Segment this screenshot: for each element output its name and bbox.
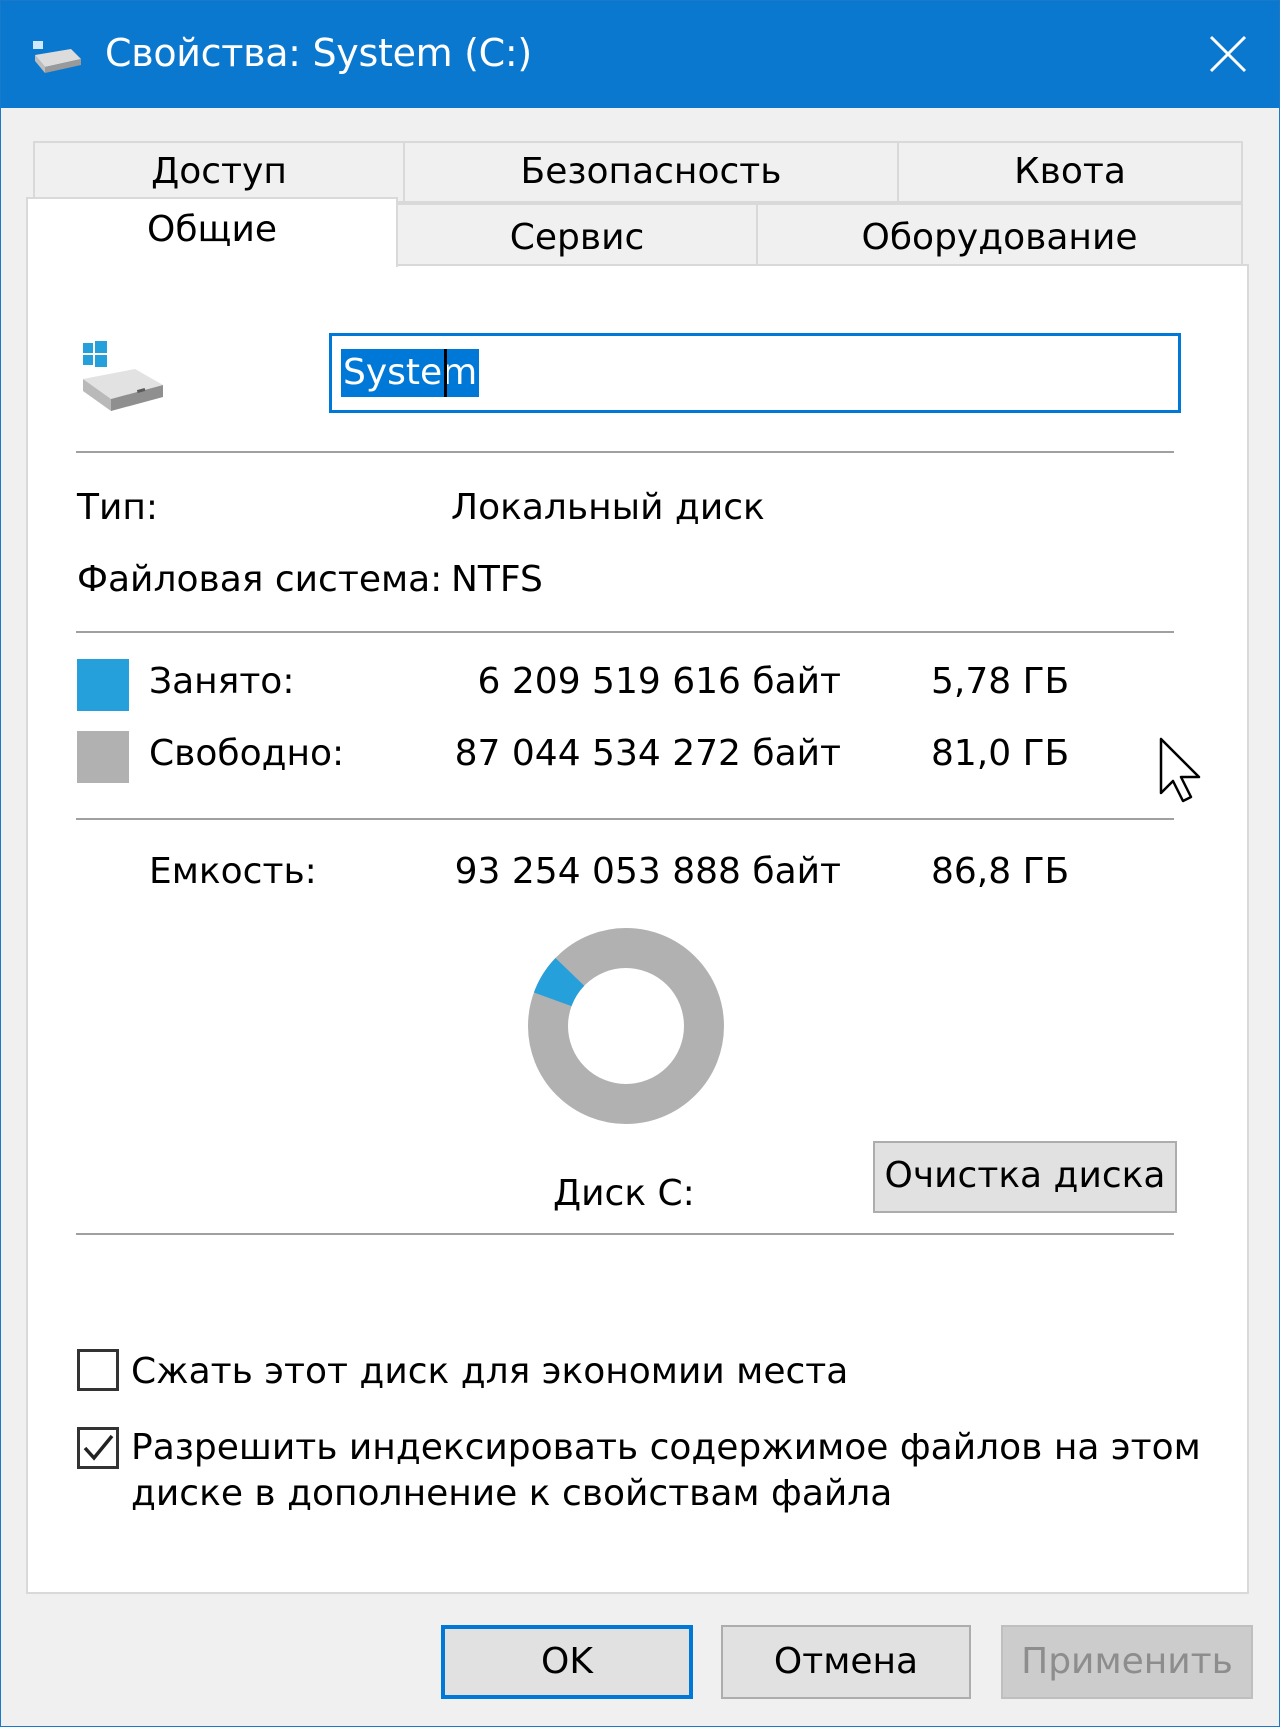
disk-usage-donut — [528, 928, 724, 1124]
compress-label[interactable]: Сжать этот диск для экономии места — [131, 1351, 848, 1392]
filesystem-value: NTFS — [451, 559, 543, 600]
mouse-cursor-icon — [1159, 737, 1201, 803]
windows-drive-icon — [83, 341, 163, 411]
free-space-swatch — [77, 731, 129, 783]
text-caret — [444, 349, 447, 397]
divider — [76, 818, 1174, 820]
index-checkbox[interactable] — [77, 1427, 119, 1469]
properties-window: Свойства: System (C:) Доступ Безопасност… — [0, 0, 1280, 1727]
used-size: 5,78 ГБ — [931, 661, 1070, 702]
used-bytes: 6 209 519 616 байт — [477, 661, 841, 702]
free-bytes: 87 044 534 272 байт — [454, 733, 841, 774]
index-label-line1[interactable]: Разрешить индексировать содержимое файло… — [131, 1427, 1201, 1468]
free-size: 81,0 ГБ — [931, 733, 1070, 774]
cancel-button[interactable]: Отмена — [721, 1625, 971, 1699]
type-value: Локальный диск — [451, 487, 765, 528]
used-space-arc — [533, 957, 585, 1007]
disk-cleanup-button[interactable]: Очистка диска — [873, 1141, 1177, 1213]
used-space-swatch — [77, 659, 129, 711]
divider — [76, 631, 1174, 633]
divider — [76, 451, 1174, 453]
capacity-label: Емкость: — [149, 851, 317, 892]
button-label: Отмена — [773, 1641, 919, 1682]
used-label: Занято: — [149, 661, 295, 702]
free-space-ring — [528, 928, 724, 1124]
capacity-bytes: 93 254 053 888 байт — [454, 851, 841, 892]
drive-label: Диск C: — [553, 1173, 695, 1214]
button-label: Очистка диска — [884, 1155, 1166, 1196]
button-label: Применить — [1021, 1641, 1233, 1682]
button-label: OK — [541, 1641, 593, 1682]
divider — [76, 1233, 1174, 1235]
volume-name-text: System — [341, 349, 480, 397]
free-label: Свободно: — [149, 733, 345, 774]
apply-button: Применить — [1001, 1625, 1253, 1699]
index-label-line2[interactable]: диске в дополнение к свойствам файла — [131, 1473, 892, 1514]
checkmark-icon — [83, 1434, 114, 1461]
ok-button[interactable]: OK — [441, 1625, 693, 1699]
filesystem-label: Файловая система: — [77, 559, 443, 600]
capacity-size: 86,8 ГБ — [931, 851, 1070, 892]
type-label: Тип: — [77, 487, 159, 528]
volume-name-input[interactable]: System — [329, 333, 1181, 413]
compress-checkbox[interactable] — [77, 1349, 119, 1391]
